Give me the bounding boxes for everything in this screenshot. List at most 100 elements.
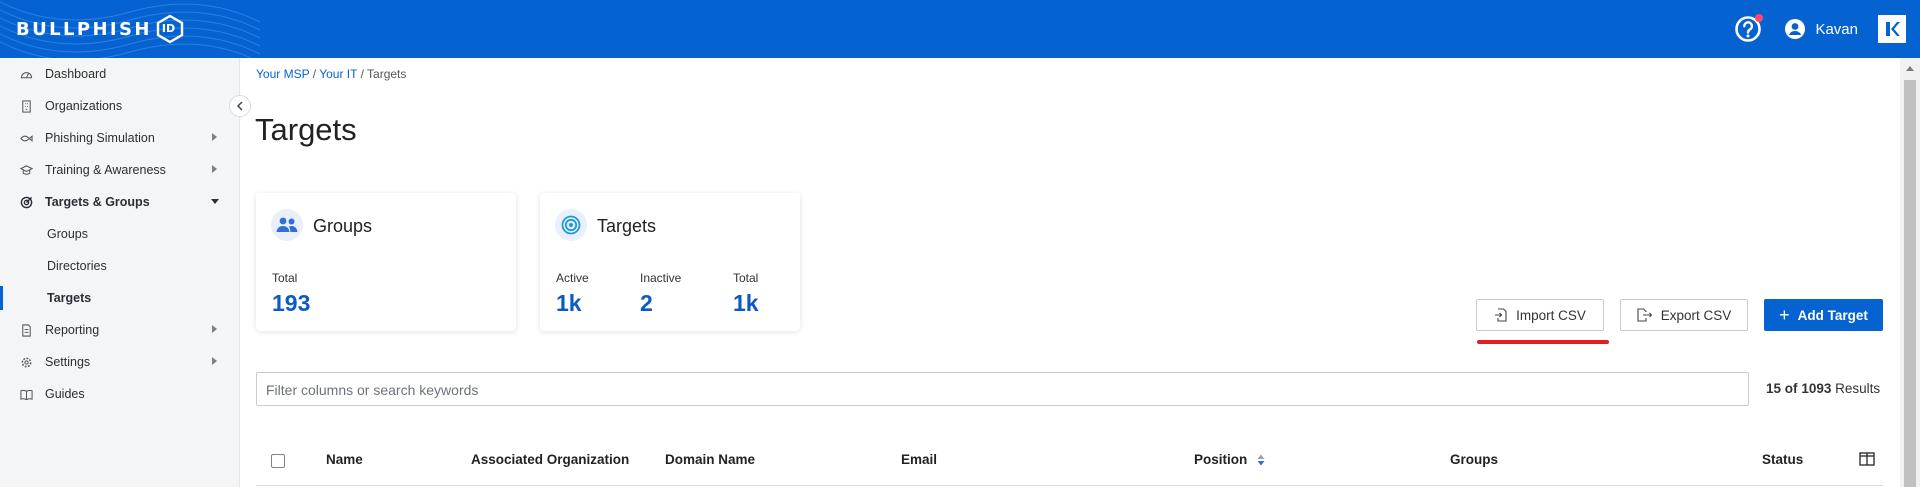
breadcrumb-link-msp[interactable]: Your MSP <box>256 67 309 81</box>
logo-text: BULLPHISH <box>16 18 152 40</box>
results-suffix: Results <box>1835 381 1881 396</box>
groups-card-title: Groups <box>313 216 373 236</box>
user-menu[interactable]: Kavan <box>1784 18 1858 40</box>
targets-active-stat: Active 1k <box>556 271 589 317</box>
sidebar-subitem-directories[interactable]: Directories <box>0 250 240 282</box>
stat-value: 1k <box>733 290 759 316</box>
sidebar-item-label: Dashboard <box>45 67 107 81</box>
groups-summary-card: Groups Total 193 <box>256 193 516 331</box>
results-shown: 15 <box>1766 381 1782 396</box>
file-export-icon <box>1637 308 1653 322</box>
scroll-up-arrow-icon[interactable] <box>1906 66 1914 71</box>
main-content: Your MSP / Your IT / Targets Targets Gro… <box>240 58 1900 487</box>
sidebar-item-guides[interactable]: Guides <box>0 378 240 410</box>
page-title: Targets <box>255 112 357 147</box>
add-target-label: Add Target <box>1797 307 1868 323</box>
graduation-cap-icon <box>20 165 33 175</box>
stat-value: 1k <box>556 290 582 316</box>
stat-label: Inactive <box>640 271 682 285</box>
chevron-right-icon <box>212 133 217 141</box>
results-count: 15 of 1093 Results <box>1766 381 1880 396</box>
annotation-underline <box>1477 340 1609 344</box>
breadcrumb: Your MSP / Your IT / Targets <box>256 67 406 81</box>
logo-badge-text: ID <box>161 22 176 35</box>
bullphish-logo[interactable]: BULLPHISH ID <box>16 14 185 44</box>
sidebar-item-training-awareness[interactable]: Training & Awareness <box>0 154 240 186</box>
stat-value: 2 <box>640 290 653 316</box>
report-icon <box>22 324 31 337</box>
kaseya-app-button[interactable] <box>1878 15 1906 43</box>
targets-card-title: Targets <box>597 216 657 236</box>
import-csv-label: Import CSV <box>1516 307 1586 323</box>
scrollbar-thumb[interactable] <box>1904 80 1916 487</box>
stat-label: Total <box>733 271 759 285</box>
top-bar: BULLPHISH ID Kavan <box>0 0 1920 58</box>
sidebar-item-label: Settings <box>45 355 91 369</box>
help-button[interactable] <box>1734 14 1764 43</box>
search-placeholder: Filter columns or search keywords <box>266 382 479 398</box>
column-header-status[interactable]: Status <box>1762 452 1803 467</box>
sidebar-item-phishing-simulation[interactable]: Phishing Simulation <box>0 122 240 154</box>
column-header-position-label: Position <box>1194 452 1248 467</box>
sidebar-item-reporting[interactable]: Reporting <box>0 314 240 346</box>
breadcrumb-separator: / <box>360 67 364 81</box>
chevron-right-icon <box>212 325 217 333</box>
column-header-domain[interactable]: Domain Name <box>665 452 755 467</box>
targets-summary-card: Targets Active 1k Inactive 2 Total 1k <box>540 193 800 331</box>
sidebar-subitem-groups[interactable]: Groups <box>0 218 240 250</box>
logo-id-badge: ID <box>155 14 185 44</box>
import-csv-button[interactable]: Import CSV <box>1476 299 1604 331</box>
column-header-position[interactable]: Position <box>1194 452 1265 467</box>
user-avatar-icon <box>1785 19 1806 39</box>
search-input[interactable]: Filter columns or search keywords <box>256 372 1749 406</box>
sidebar-subitem-label: Targets <box>47 291 92 305</box>
kaseya-logo-icon <box>1886 22 1900 36</box>
sidebar-item-label: Training & Awareness <box>45 163 166 177</box>
columns-toggle-icon[interactable] <box>1859 452 1875 466</box>
target-icon <box>20 196 33 209</box>
user-name: Kavan <box>1815 20 1858 38</box>
add-target-button[interactable]: + Add Target <box>1764 299 1883 331</box>
stat-value: 193 <box>272 290 311 316</box>
plus-icon: + <box>1779 305 1790 325</box>
targets-total-stat: Total 1k <box>733 271 759 317</box>
chevron-right-icon <box>212 165 217 173</box>
breadcrumb-current: Targets <box>367 67 407 81</box>
export-csv-button[interactable]: Export CSV <box>1620 299 1748 331</box>
gear-icon <box>21 357 32 368</box>
sidebar-item-organizations[interactable]: Organizations <box>0 90 240 122</box>
sidebar: Dashboard Organizations Phishing Simulat… <box>0 58 240 487</box>
select-all-checkbox[interactable] <box>271 454 285 468</box>
stat-label: Total <box>272 271 298 285</box>
export-csv-label: Export CSV <box>1660 307 1732 323</box>
chevron-down-icon <box>211 199 219 204</box>
table-header: Name Associated Organization Domain Name… <box>256 436 1883 486</box>
sort-icon <box>1257 454 1265 466</box>
sidebar-item-dashboard[interactable]: Dashboard <box>0 58 240 90</box>
fish-hook-icon <box>20 135 33 142</box>
sidebar-item-label: Reporting <box>45 323 100 337</box>
breadcrumb-link-it[interactable]: Your IT <box>319 67 357 81</box>
results-of: of <box>1784 381 1798 396</box>
book-icon <box>20 389 33 401</box>
sidebar-item-label: Guides <box>45 387 85 401</box>
chevron-right-icon <box>212 357 217 365</box>
page-scrollbar[interactable] <box>1900 58 1920 487</box>
results-total: 1093 <box>1801 381 1832 396</box>
sidebar-subitem-label: Directories <box>47 259 107 273</box>
column-header-name[interactable]: Name <box>326 452 363 467</box>
chevron-left-icon <box>236 101 243 111</box>
column-header-groups[interactable]: Groups <box>1450 452 1498 467</box>
sidebar-subitem-targets[interactable]: Targets <box>0 282 240 314</box>
file-import-icon <box>1495 308 1507 322</box>
sidebar-item-settings[interactable]: Settings <box>0 346 240 378</box>
sidebar-item-targets-groups[interactable]: Targets & Groups <box>0 186 240 218</box>
column-header-email[interactable]: Email <box>901 452 937 467</box>
target-icon <box>555 209 587 241</box>
sidebar-item-label: Phishing Simulation <box>45 131 155 145</box>
sidebar-collapse-button[interactable] <box>229 95 251 117</box>
gauge-icon <box>20 72 33 79</box>
targets-inactive-stat: Inactive 2 <box>640 271 681 317</box>
stat-label: Active <box>556 271 589 285</box>
column-header-organization[interactable]: Associated Organization <box>471 452 629 467</box>
